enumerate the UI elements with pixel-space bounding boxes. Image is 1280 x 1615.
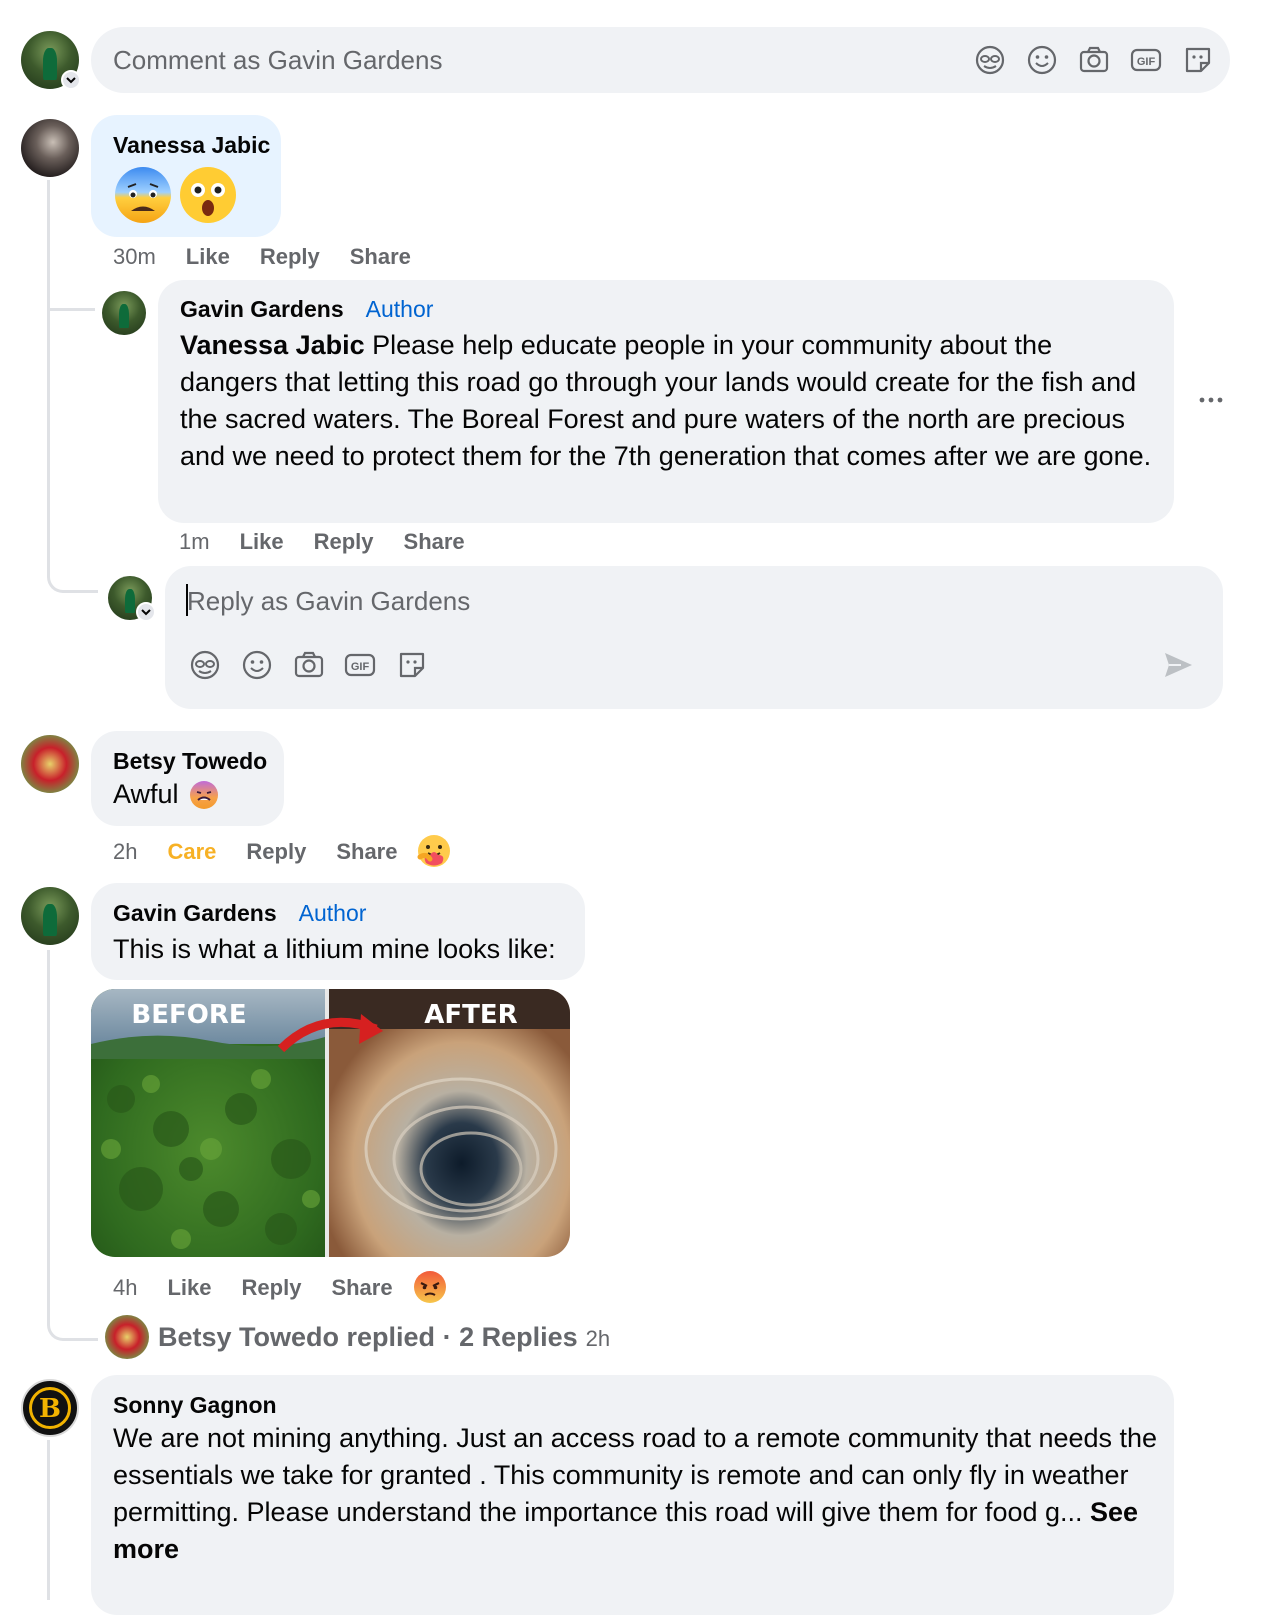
comment-meta: 30m Like Reply Share — [113, 244, 441, 270]
comment-bubble: Gavin Gardens Author This is what a lith… — [91, 883, 585, 980]
care-button[interactable]: Care — [167, 839, 216, 865]
comment-meta: 2h Care Reply Share — [113, 839, 427, 865]
emoji-icon[interactable] — [1025, 43, 1059, 77]
avatar[interactable] — [105, 1315, 149, 1359]
avatar[interactable] — [21, 887, 79, 945]
camera-icon[interactable] — [1077, 43, 1111, 77]
avatar[interactable]: B — [21, 1379, 79, 1437]
avatar[interactable] — [21, 735, 79, 793]
comment-input[interactable]: Comment as Gavin Gardens GIF — [91, 27, 1230, 93]
comment-meta: 4h Like Reply Share — [113, 1275, 423, 1301]
after-label: AFTER — [424, 1000, 517, 1030]
thread-connector — [47, 1310, 98, 1341]
share-button[interactable]: Share — [404, 529, 465, 555]
send-icon[interactable] — [1161, 648, 1195, 682]
thread-line — [47, 180, 50, 575]
svg-text:GIF: GIF — [1137, 56, 1156, 68]
mention[interactable]: Vanessa Jabic — [180, 330, 365, 360]
svg-text:GIF: GIF — [351, 661, 370, 673]
replies-summary-name: Betsy Towedo replied — [158, 1322, 436, 1352]
avatar[interactable] — [21, 119, 79, 177]
comment-placeholder: Comment as Gavin Gardens — [113, 45, 443, 75]
author-badge: Author — [365, 296, 434, 322]
more-options-icon[interactable] — [1198, 393, 1224, 407]
thread-connector — [47, 560, 98, 593]
reply-time[interactable]: 1m — [179, 529, 210, 555]
chevron-down-icon[interactable] — [136, 602, 156, 622]
comment-text: This is what a lithium mine looks like: — [113, 934, 556, 964]
like-button[interactable]: Like — [240, 529, 284, 555]
bruins-logo-icon: B — [39, 1394, 61, 1424]
replies-count: 2 Replies — [459, 1322, 578, 1352]
comment-author[interactable]: Sonny Gagnon — [113, 1392, 277, 1419]
reply-author[interactable]: Gavin Gardens — [180, 296, 344, 323]
thread-line — [47, 1440, 50, 1600]
reply-placeholder: Reply as Gavin Gardens — [187, 586, 471, 616]
avatar-sticker-icon[interactable] — [188, 648, 222, 682]
comment-text: Awful — [113, 779, 179, 809]
comment-time[interactable]: 4h — [113, 1275, 137, 1301]
comment-bubble: Betsy Towedo Awful — [91, 731, 284, 826]
view-replies-link[interactable]: Betsy Towedo replied · 2 Replies 2h — [158, 1322, 610, 1353]
comment-author[interactable]: Betsy Towedo — [113, 748, 267, 775]
like-button[interactable]: Like — [167, 1275, 211, 1301]
share-button[interactable]: Share — [336, 839, 397, 865]
reply-bubble: Gavin Gardens Author Vanessa Jabic Pleas… — [158, 280, 1174, 523]
reply-button[interactable]: Reply — [314, 529, 374, 555]
reply-button[interactable]: Reply — [260, 244, 320, 270]
sticker-icon[interactable] — [395, 648, 429, 682]
comment-author[interactable]: Gavin Gardens — [113, 900, 277, 927]
avatar-sticker-icon[interactable] — [973, 43, 1007, 77]
comment-author[interactable]: Vanessa Jabic — [113, 132, 270, 159]
emoji-icon[interactable] — [240, 648, 274, 682]
share-button[interactable]: Share — [331, 1275, 392, 1301]
comment-bubble: Vanessa Jabic — [91, 115, 281, 237]
comment-text: We are not mining anything. Just an acce… — [113, 1420, 1158, 1568]
comment-time[interactable]: 2h — [113, 839, 137, 865]
care-reaction-icon[interactable] — [416, 833, 452, 869]
astonished-face-emoji — [180, 167, 236, 223]
chevron-down-icon[interactable] — [61, 70, 81, 90]
avatar[interactable] — [102, 291, 146, 335]
sticker-icon[interactable] — [1181, 43, 1215, 77]
comment-time[interactable]: 30m — [113, 244, 156, 270]
camera-icon[interactable] — [292, 648, 326, 682]
reply-input[interactable]: Reply as Gavin Gardens GIF — [165, 566, 1223, 709]
thread-line — [47, 950, 50, 1325]
gif-icon[interactable]: GIF — [1129, 43, 1163, 77]
anxious-face-emoji — [115, 167, 171, 223]
replies-summary-sep: · — [435, 1322, 460, 1352]
reply-meta: 1m Like Reply Share — [179, 529, 495, 555]
replies-time: 2h — [585, 1326, 611, 1351]
reply-button[interactable]: Reply — [242, 1275, 302, 1301]
like-button[interactable]: Like — [186, 244, 230, 270]
reply-text: Vanessa Jabic Please help educate people… — [180, 327, 1155, 475]
angry-reaction-icon[interactable] — [412, 1269, 448, 1305]
author-badge: Author — [298, 900, 367, 926]
thread-connector — [50, 308, 95, 311]
comment-bubble: Sonny Gagnon We are not mining anything.… — [91, 1375, 1174, 1615]
before-after-photo: BEFORE AFTER — [91, 989, 570, 1257]
gif-icon[interactable]: GIF — [343, 648, 377, 682]
before-label: BEFORE — [131, 1000, 246, 1030]
nauseated-face-emoji — [189, 780, 218, 809]
attached-image[interactable]: BEFORE AFTER — [91, 989, 570, 1257]
share-button[interactable]: Share — [350, 244, 411, 270]
comment-body: We are not mining anything. Just an acce… — [113, 1423, 1158, 1527]
reply-button[interactable]: Reply — [246, 839, 306, 865]
